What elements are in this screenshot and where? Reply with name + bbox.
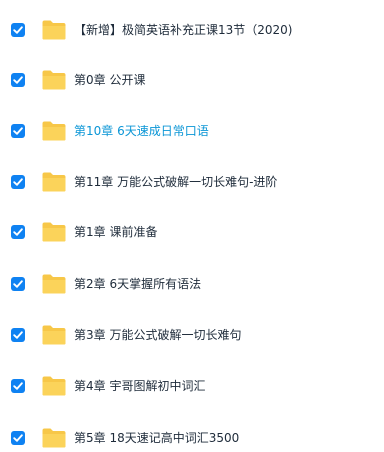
checkbox-checked-icon[interactable] [11,175,25,189]
checkbox-checked-icon[interactable] [11,379,25,393]
file-list: 【新增】极简英语补充正课13节（2020) 第0章 公开课 第10章 6天速成日… [0,0,384,452]
folder-row[interactable]: 第5章 18天速记高中词汇3500 [0,418,384,452]
folder-icon [41,171,67,193]
folder-row[interactable]: 第0章 公开课 [0,60,384,100]
folder-name: 第2章 6天掌握所有语法 [74,277,202,291]
folder-icon [41,69,67,91]
checkbox-checked-icon[interactable] [11,328,25,342]
folder-name: 第4章 宇哥图解初中词汇 [74,379,206,393]
folder-name: 第0章 公开课 [74,73,146,87]
folder-icon [41,324,67,346]
checkbox-checked-icon[interactable] [11,225,25,239]
folder-row[interactable]: 第4章 宇哥图解初中词汇 [0,366,384,406]
folder-row[interactable]: 第1章 课前准备 [0,212,384,252]
folder-name: 【新增】极简英语补充正课13节（2020) [74,23,293,37]
checkbox-checked-icon[interactable] [11,277,25,291]
folder-row[interactable]: 【新增】极简英语补充正课13节（2020) [0,10,384,50]
checkbox-checked-icon[interactable] [11,124,25,138]
folder-row[interactable]: 第3章 万能公式破解一切长难句 [0,315,384,355]
folder-name: 第11章 万能公式破解一切长难句-进阶 [74,175,278,189]
checkbox-checked-icon[interactable] [11,23,25,37]
folder-row[interactable]: 第11章 万能公式破解一切长难句-进阶 [0,162,384,202]
checkbox-checked-icon[interactable] [11,431,25,445]
folder-icon [41,273,67,295]
folder-row[interactable]: 第2章 6天掌握所有语法 [0,264,384,304]
folder-row[interactable]: 第10章 6天速成日常口语 [0,111,384,151]
folder-icon [41,375,67,397]
folder-icon [41,120,67,142]
folder-name: 第1章 课前准备 [74,225,158,239]
checkbox-checked-icon[interactable] [11,73,25,87]
folder-name: 第10章 6天速成日常口语 [74,124,209,138]
folder-icon [41,19,67,41]
folder-icon [41,221,67,243]
folder-name: 第5章 18天速记高中词汇3500 [74,431,240,445]
folder-name: 第3章 万能公式破解一切长难句 [74,328,242,342]
folder-icon [41,427,67,449]
